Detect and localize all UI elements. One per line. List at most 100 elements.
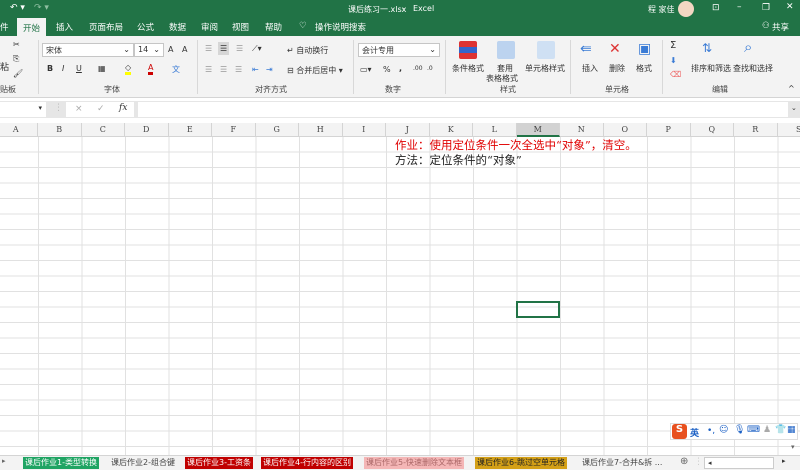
new-sheet-icon[interactable]: ⊕ [680,456,688,467]
sheet-tab[interactable]: 课后作业1-类型转换 [23,457,99,469]
ime-lang[interactable]: 英 [690,426,699,439]
clear-icon[interactable]: ⌫ [670,70,681,79]
percent-button[interactable]: % [383,65,391,74]
format-cells-button[interactable]: 格式 [636,63,652,74]
align-top-icon[interactable]: ☰ [205,44,212,53]
sheet-tab[interactable]: 课后作业5-快速删除文本框 [364,457,464,469]
avatar[interactable] [678,1,694,17]
sogou-logo-icon[interactable]: S [672,424,687,439]
scroll-tabs-left-icon[interactable]: ▸ [2,457,6,465]
fill-color-icon[interactable]: ◇ [125,63,132,75]
italic-button[interactable]: I [62,64,64,73]
emoji-icon[interactable]: ☺ [719,425,728,435]
column-header-M[interactable]: M [516,123,560,137]
shrink-font-button[interactable]: A [182,45,187,54]
align-middle-icon[interactable]: ☰ [218,42,230,55]
copy-icon[interactable]: ⎘ [13,54,19,64]
cell-styles-button[interactable]: 单元格样式 [525,63,565,74]
decrease-decimal-icon[interactable]: .0 [427,65,433,72]
column-header-C[interactable]: C [82,123,125,137]
scroll-right-icon[interactable]: ▸ [782,457,786,465]
active-cell[interactable] [516,301,560,318]
tools-icon[interactable]: ♟ [763,425,771,435]
column-header-J[interactable]: J [386,123,430,137]
phonetic-icon[interactable]: 文 [172,64,180,75]
font-size-select[interactable]: 14 ⌄ [134,43,164,57]
redo-icon[interactable]: ↷ ▾ [34,3,49,13]
column-header-N[interactable]: N [560,123,604,137]
column-header-E[interactable]: E [169,123,212,137]
mic-icon[interactable]: 🎙 [734,425,745,435]
user-name[interactable]: 程 家佳 [648,4,675,15]
conditional-format-button[interactable]: 条件格式 [452,63,484,74]
keyboard-icon[interactable]: ⌨ [747,425,760,435]
sort-filter-button[interactable]: 排序和筛选 [691,63,731,74]
scroll-down-icon[interactable]: ▾ [791,443,795,451]
column-header-I[interactable]: I [343,123,386,137]
close-icon[interactable]: ✕ [786,2,794,12]
share-button[interactable]: 共享 [772,21,789,33]
insert-cells-button[interactable]: 插入 [582,63,598,74]
tell-me-search[interactable]: 操作说明搜索 [315,21,366,33]
bold-button[interactable]: B [47,64,53,73]
enter-button[interactable]: ✓ [97,104,105,114]
tab-formulas[interactable]: 公式 [137,21,154,33]
ribbon-display-icon[interactable]: ⊡ [712,3,720,13]
paste-button[interactable]: 粘 [0,60,9,73]
align-center-icon[interactable]: ☰ [220,65,227,74]
font-color-icon[interactable]: A [148,63,154,75]
sheet-tab[interactable]: 课后作业6-跳过空单元格 [475,457,567,469]
tab-page-layout[interactable]: 页面布局 [89,21,123,33]
number-format-select[interactable]: 会计专用 ⌄ [358,43,440,57]
column-header-L[interactable]: L [473,123,517,137]
format-painter-icon[interactable]: 🖌 [13,69,23,78]
column-header-O[interactable]: O [604,123,647,137]
restore-icon[interactable]: ❐ [762,3,770,13]
column-header-H[interactable]: H [299,123,343,137]
sheet-tab[interactable]: 课后作业2-组合键 [109,457,177,469]
format-table-label2[interactable]: 表格格式 [486,73,518,84]
tab-insert[interactable]: 插入 [56,21,73,33]
sheet-tab[interactable]: 课后作业3-工资条 [185,457,253,469]
expand-formula-icon[interactable]: ⌄ [791,104,797,112]
border-icon[interactable]: ▦ [98,64,106,73]
column-header-G[interactable]: G [256,123,299,137]
column-header-F[interactable]: F [212,123,256,137]
decrease-indent-icon[interactable]: ⇤ [252,65,259,74]
cancel-button[interactable]: × [75,104,83,114]
tab-home[interactable]: 开始 [17,18,47,36]
column-header-A[interactable]: A [0,123,38,137]
tab-help[interactable]: 帮助 [265,21,282,33]
tab-data[interactable]: 数据 [169,21,186,33]
cell-task-text[interactable]: 作业：使用定位条件一次全选中“对象”，清空。 [395,137,637,153]
tab-review[interactable]: 审阅 [201,21,218,33]
horizontal-scrollbar[interactable]: ◂ [704,457,774,469]
align-left-icon[interactable]: ☰ [205,65,212,74]
accounting-icon[interactable]: ▭▾ [360,65,372,74]
sheet-tab[interactable]: 课后作业4-行内容的区别 [261,457,353,469]
font-name-select[interactable]: 宋体 ⌄ [42,43,134,57]
column-header-Q[interactable]: Q [691,123,734,137]
undo-icon[interactable]: ↶ ▾ [10,3,25,13]
menu-grid-icon[interactable]: ▦ [787,425,796,435]
wrap-text-button[interactable]: ↵ 自动换行 [287,45,328,56]
grow-font-button[interactable]: A [168,45,173,54]
column-header-B[interactable]: B [38,123,82,137]
increase-indent-icon[interactable]: ⇥ [266,65,273,74]
merge-center-button[interactable]: ⊟ 合并后居中 ▾ [287,65,343,76]
cut-icon[interactable]: ✂ [13,40,20,49]
sheet-tab[interactable]: 课后作业7-合并&拆 ... [580,457,664,469]
insert-function-button[interactable]: fx [119,103,127,113]
minimize-icon[interactable]: – [737,2,742,12]
drag-handle-icon[interactable]: ⋮ [54,103,63,113]
scroll-left-icon[interactable]: ◂ [705,459,712,467]
tab-file[interactable]: 件 [0,21,9,33]
autosum-button[interactable]: Σ [670,40,676,51]
tab-view[interactable]: 视图 [232,21,249,33]
underline-button[interactable]: U [76,64,82,73]
align-right-icon[interactable]: ☰ [235,65,242,74]
delete-cells-button[interactable]: 删除 [609,63,625,74]
orientation-icon[interactable]: ⟋▾ [252,44,262,54]
skin-icon[interactable]: 👕 [775,425,786,435]
column-header-S[interactable]: S [778,123,800,137]
